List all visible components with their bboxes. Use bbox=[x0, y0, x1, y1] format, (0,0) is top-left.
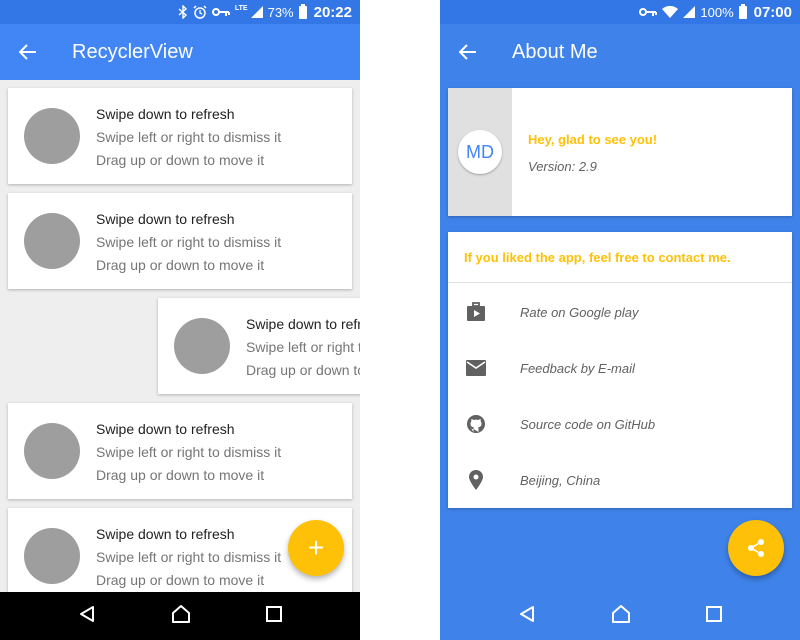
bluetooth-icon bbox=[178, 5, 188, 19]
avatar bbox=[24, 423, 80, 479]
list-item[interactable]: Swipe down to refresh Swipe left or righ… bbox=[8, 403, 352, 499]
contact-heading: If you liked the app, feel free to conta… bbox=[464, 250, 731, 265]
avatar bbox=[24, 528, 80, 584]
list-item-subtitle: Drag up or down to move it bbox=[96, 467, 265, 483]
list-item-swiping[interactable]: Swipe down to refresh Swipe left or righ… bbox=[158, 298, 360, 394]
vpn-key-icon bbox=[639, 7, 658, 17]
list-item-subtitle: Swipe left or right to dismiss it bbox=[96, 549, 282, 565]
toolbar-title: RecyclerView bbox=[72, 40, 193, 63]
divider bbox=[448, 282, 792, 283]
list-item-subtitle: Swipe left or right to dismiss it bbox=[96, 129, 282, 145]
contact-row-google-play[interactable]: Rate on Google play bbox=[448, 284, 792, 340]
system-nav-bar bbox=[0, 592, 360, 640]
avatar bbox=[174, 318, 230, 374]
status-time: 20:22 bbox=[313, 3, 352, 21]
add-fab-button[interactable]: + bbox=[288, 520, 344, 576]
app-toolbar: RecyclerView bbox=[0, 24, 360, 80]
nav-back-button[interactable] bbox=[518, 605, 536, 628]
github-icon bbox=[448, 414, 504, 434]
battery-percent: 100% bbox=[700, 4, 734, 20]
nav-recents-button[interactable] bbox=[266, 605, 283, 627]
contact-row-label: Feedback by E-mail bbox=[520, 360, 635, 376]
wifi-icon bbox=[662, 6, 679, 18]
battery-icon bbox=[738, 3, 747, 19]
list-item-subtitle: Swipe left or right to dismiss it bbox=[96, 444, 282, 460]
nav-home-button[interactable] bbox=[171, 604, 191, 629]
list-item-title: Swipe down to refresh bbox=[96, 526, 235, 542]
recents-icon bbox=[266, 605, 283, 622]
avatar bbox=[24, 108, 80, 164]
version-text: Version: 2.9 bbox=[528, 159, 597, 174]
signal-icon bbox=[683, 6, 696, 18]
list-item-subtitle: Drag up or down to move it bbox=[96, 257, 265, 273]
list-item[interactable]: Swipe down to refresh Swipe left or righ… bbox=[8, 193, 352, 289]
list-item-title: Swipe down to refresh bbox=[96, 421, 235, 437]
list-item-title: Swipe down to refresh bbox=[96, 106, 235, 122]
list-item-subtitle: Swipe left or right to dismiss it bbox=[246, 339, 360, 355]
contact-card: If you liked the app, feel free to conta… bbox=[448, 232, 792, 508]
alarm-icon bbox=[193, 5, 207, 19]
share-icon bbox=[748, 539, 764, 557]
nav-home-button[interactable] bbox=[611, 604, 631, 629]
contact-row-label: Source code on GitHub bbox=[520, 416, 656, 432]
about-me-screen: 100% 07:00 About Me MD Hey, glad to see … bbox=[440, 0, 800, 640]
system-nav-bar bbox=[440, 592, 800, 640]
avatar bbox=[24, 213, 80, 269]
google-play-icon bbox=[448, 302, 504, 322]
home-icon bbox=[171, 604, 190, 623]
signal-icon bbox=[250, 6, 263, 18]
contact-row-location[interactable]: Beijing, China bbox=[448, 452, 792, 508]
list-item-title: Swipe down to refresh bbox=[246, 316, 360, 332]
lte-label: LTE bbox=[234, 5, 248, 12]
email-icon bbox=[448, 360, 504, 376]
vpn-key-icon bbox=[211, 7, 230, 17]
contact-row-email[interactable]: Feedback by E-mail bbox=[448, 340, 792, 396]
about-card: MD Hey, glad to see you! Version: 2.9 bbox=[448, 88, 792, 216]
toolbar-title: About Me bbox=[512, 40, 598, 63]
list-item[interactable]: Swipe down to refresh Swipe left or righ… bbox=[8, 88, 352, 184]
contact-row-label: Beijing, China bbox=[520, 472, 601, 488]
app-toolbar: About Me bbox=[440, 24, 800, 80]
back-button[interactable] bbox=[0, 24, 56, 80]
recyclerview-screen: LTE 73% 20:22 RecyclerView Swipe down to… bbox=[0, 0, 360, 640]
md-logo-badge: MD bbox=[458, 130, 502, 174]
triangle-back-icon bbox=[79, 605, 94, 622]
list-item-subtitle: Drag up or down to move it bbox=[246, 362, 360, 378]
list-item-title: Swipe down to refresh bbox=[96, 211, 235, 227]
share-fab-button[interactable] bbox=[728, 520, 784, 576]
battery-icon bbox=[298, 3, 307, 19]
back-button[interactable] bbox=[440, 24, 496, 80]
status-time: 07:00 bbox=[753, 3, 792, 21]
battery-percent: 73% bbox=[267, 4, 294, 20]
nav-back-button[interactable] bbox=[78, 605, 96, 628]
nav-recents-button[interactable] bbox=[706, 605, 723, 627]
triangle-back-icon bbox=[519, 605, 534, 622]
list-item-subtitle: Drag up or down to move it bbox=[96, 152, 265, 168]
arrow-back-icon bbox=[19, 44, 36, 60]
status-bar: LTE 73% 20:22 bbox=[0, 0, 360, 24]
list-item-subtitle: Swipe left or right to dismiss it bbox=[96, 234, 282, 250]
list-item-subtitle: Drag up or down to move it bbox=[96, 572, 265, 588]
location-icon bbox=[448, 470, 504, 490]
status-bar: 100% 07:00 bbox=[440, 0, 800, 24]
contact-row-label: Rate on Google play bbox=[520, 304, 639, 320]
about-avatar-panel: MD bbox=[448, 88, 512, 216]
greeting-text: Hey, glad to see you! bbox=[528, 132, 658, 147]
home-icon bbox=[611, 604, 630, 623]
contact-row-github[interactable]: Source code on GitHub bbox=[448, 396, 792, 452]
recents-icon bbox=[706, 605, 723, 622]
arrow-back-icon bbox=[459, 44, 476, 60]
add-icon: + bbox=[307, 532, 325, 563]
